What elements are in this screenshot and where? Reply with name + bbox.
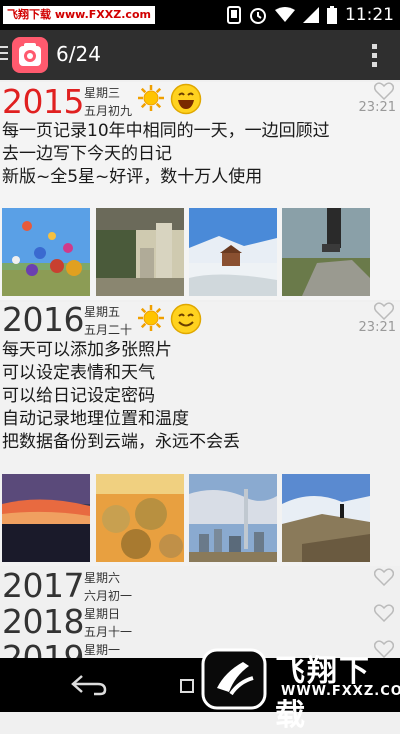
favorite-heart-icon[interactable]	[373, 302, 395, 321]
photo-snow-house[interactable]	[189, 208, 277, 296]
wifi-icon	[275, 7, 295, 23]
status-bar: 飞翔下载 www.FXXZ.com 11:21	[0, 0, 400, 30]
status-time: 11:21	[345, 5, 394, 25]
entry-year: 2016	[2, 300, 84, 339]
watermark-overlay: 飞翔下载 WWW.FXXZ.COM	[195, 632, 400, 733]
photo-mountain-hiker[interactable]	[282, 474, 370, 562]
entry-lunar-date: 六月初一	[84, 589, 133, 603]
smile-mood-icon[interactable]	[170, 303, 202, 339]
notification-icon	[227, 6, 241, 24]
home-button-icon[interactable]	[180, 678, 194, 697]
favorite-heart-icon[interactable]	[373, 604, 395, 623]
entry-year: 2017	[2, 566, 84, 605]
entry-year: 2015	[2, 82, 84, 121]
diary-entry-2017[interactable]: 2017 星期六 六月初一	[0, 568, 400, 606]
entry-text: 每一页记录10年中相同的一天，一边回顾过 去一边写下今天的日记 新版~全5星~好…	[2, 121, 330, 187]
signal-icon	[303, 7, 319, 23]
app-bar: 6/24	[0, 30, 400, 80]
entry-year: 2018	[2, 602, 84, 641]
photo-bridge[interactable]	[96, 208, 184, 296]
app-logo-icon[interactable]	[12, 37, 48, 73]
overflow-menu-icon[interactable]	[372, 44, 378, 71]
entry-weekday: 星期六	[84, 571, 121, 585]
watermark-label: 飞翔下载 www.FXXZ.com	[3, 6, 155, 24]
favorite-heart-icon[interactable]	[373, 568, 395, 587]
photo-balloons[interactable]	[2, 208, 90, 296]
photo-desert-plants[interactable]	[96, 474, 184, 562]
status-icons: 11:21	[227, 0, 394, 30]
sunny-weather-icon[interactable]	[137, 84, 165, 116]
entry-weekday: 星期五	[84, 305, 121, 319]
entry-lunar-date: 五月十一	[84, 625, 133, 639]
photo-city-skyline[interactable]	[189, 474, 277, 562]
entry-time: 23:21	[358, 100, 396, 115]
entry-lunar-date: 五月二十	[84, 323, 133, 337]
entry-year: 2019	[2, 640, 84, 658]
entry-weekday: 星期三	[84, 86, 121, 100]
diary-entry-2015[interactable]: 2015 星期三 五月初九 23:21 每一页记录10年中相同的一天，一边回顾过…	[0, 82, 400, 300]
sunny-weather-icon[interactable]	[137, 304, 165, 336]
entry-time: 23:21	[358, 320, 396, 335]
diary-entry-2016[interactable]: 2016 星期五 五月二十 23:21 每天可以添加多张照片 可以设定表情和天气…	[0, 302, 400, 566]
favorite-heart-icon[interactable]	[373, 82, 395, 101]
entry-weekday: 星期一	[84, 643, 121, 657]
watermark-url: WWW.FXXZ.COM	[281, 684, 400, 699]
photo-sunset[interactable]	[2, 474, 90, 562]
entry-text: 每天可以添加多张照片 可以设定表情和天气 可以给日记设定密码 自动记录地理位置和…	[2, 340, 240, 452]
entry-lunar-date: 五月初九	[84, 104, 133, 118]
back-button-icon[interactable]	[70, 674, 108, 700]
laughing-mood-icon[interactable]	[170, 83, 202, 119]
photo-rock-leg[interactable]	[282, 208, 370, 296]
drawer-menu-icon[interactable]	[0, 46, 8, 64]
entry-weekday: 星期日	[84, 607, 121, 621]
alarm-icon	[249, 6, 267, 24]
page-indicator: 6/24	[56, 42, 101, 66]
battery-icon	[327, 6, 337, 24]
